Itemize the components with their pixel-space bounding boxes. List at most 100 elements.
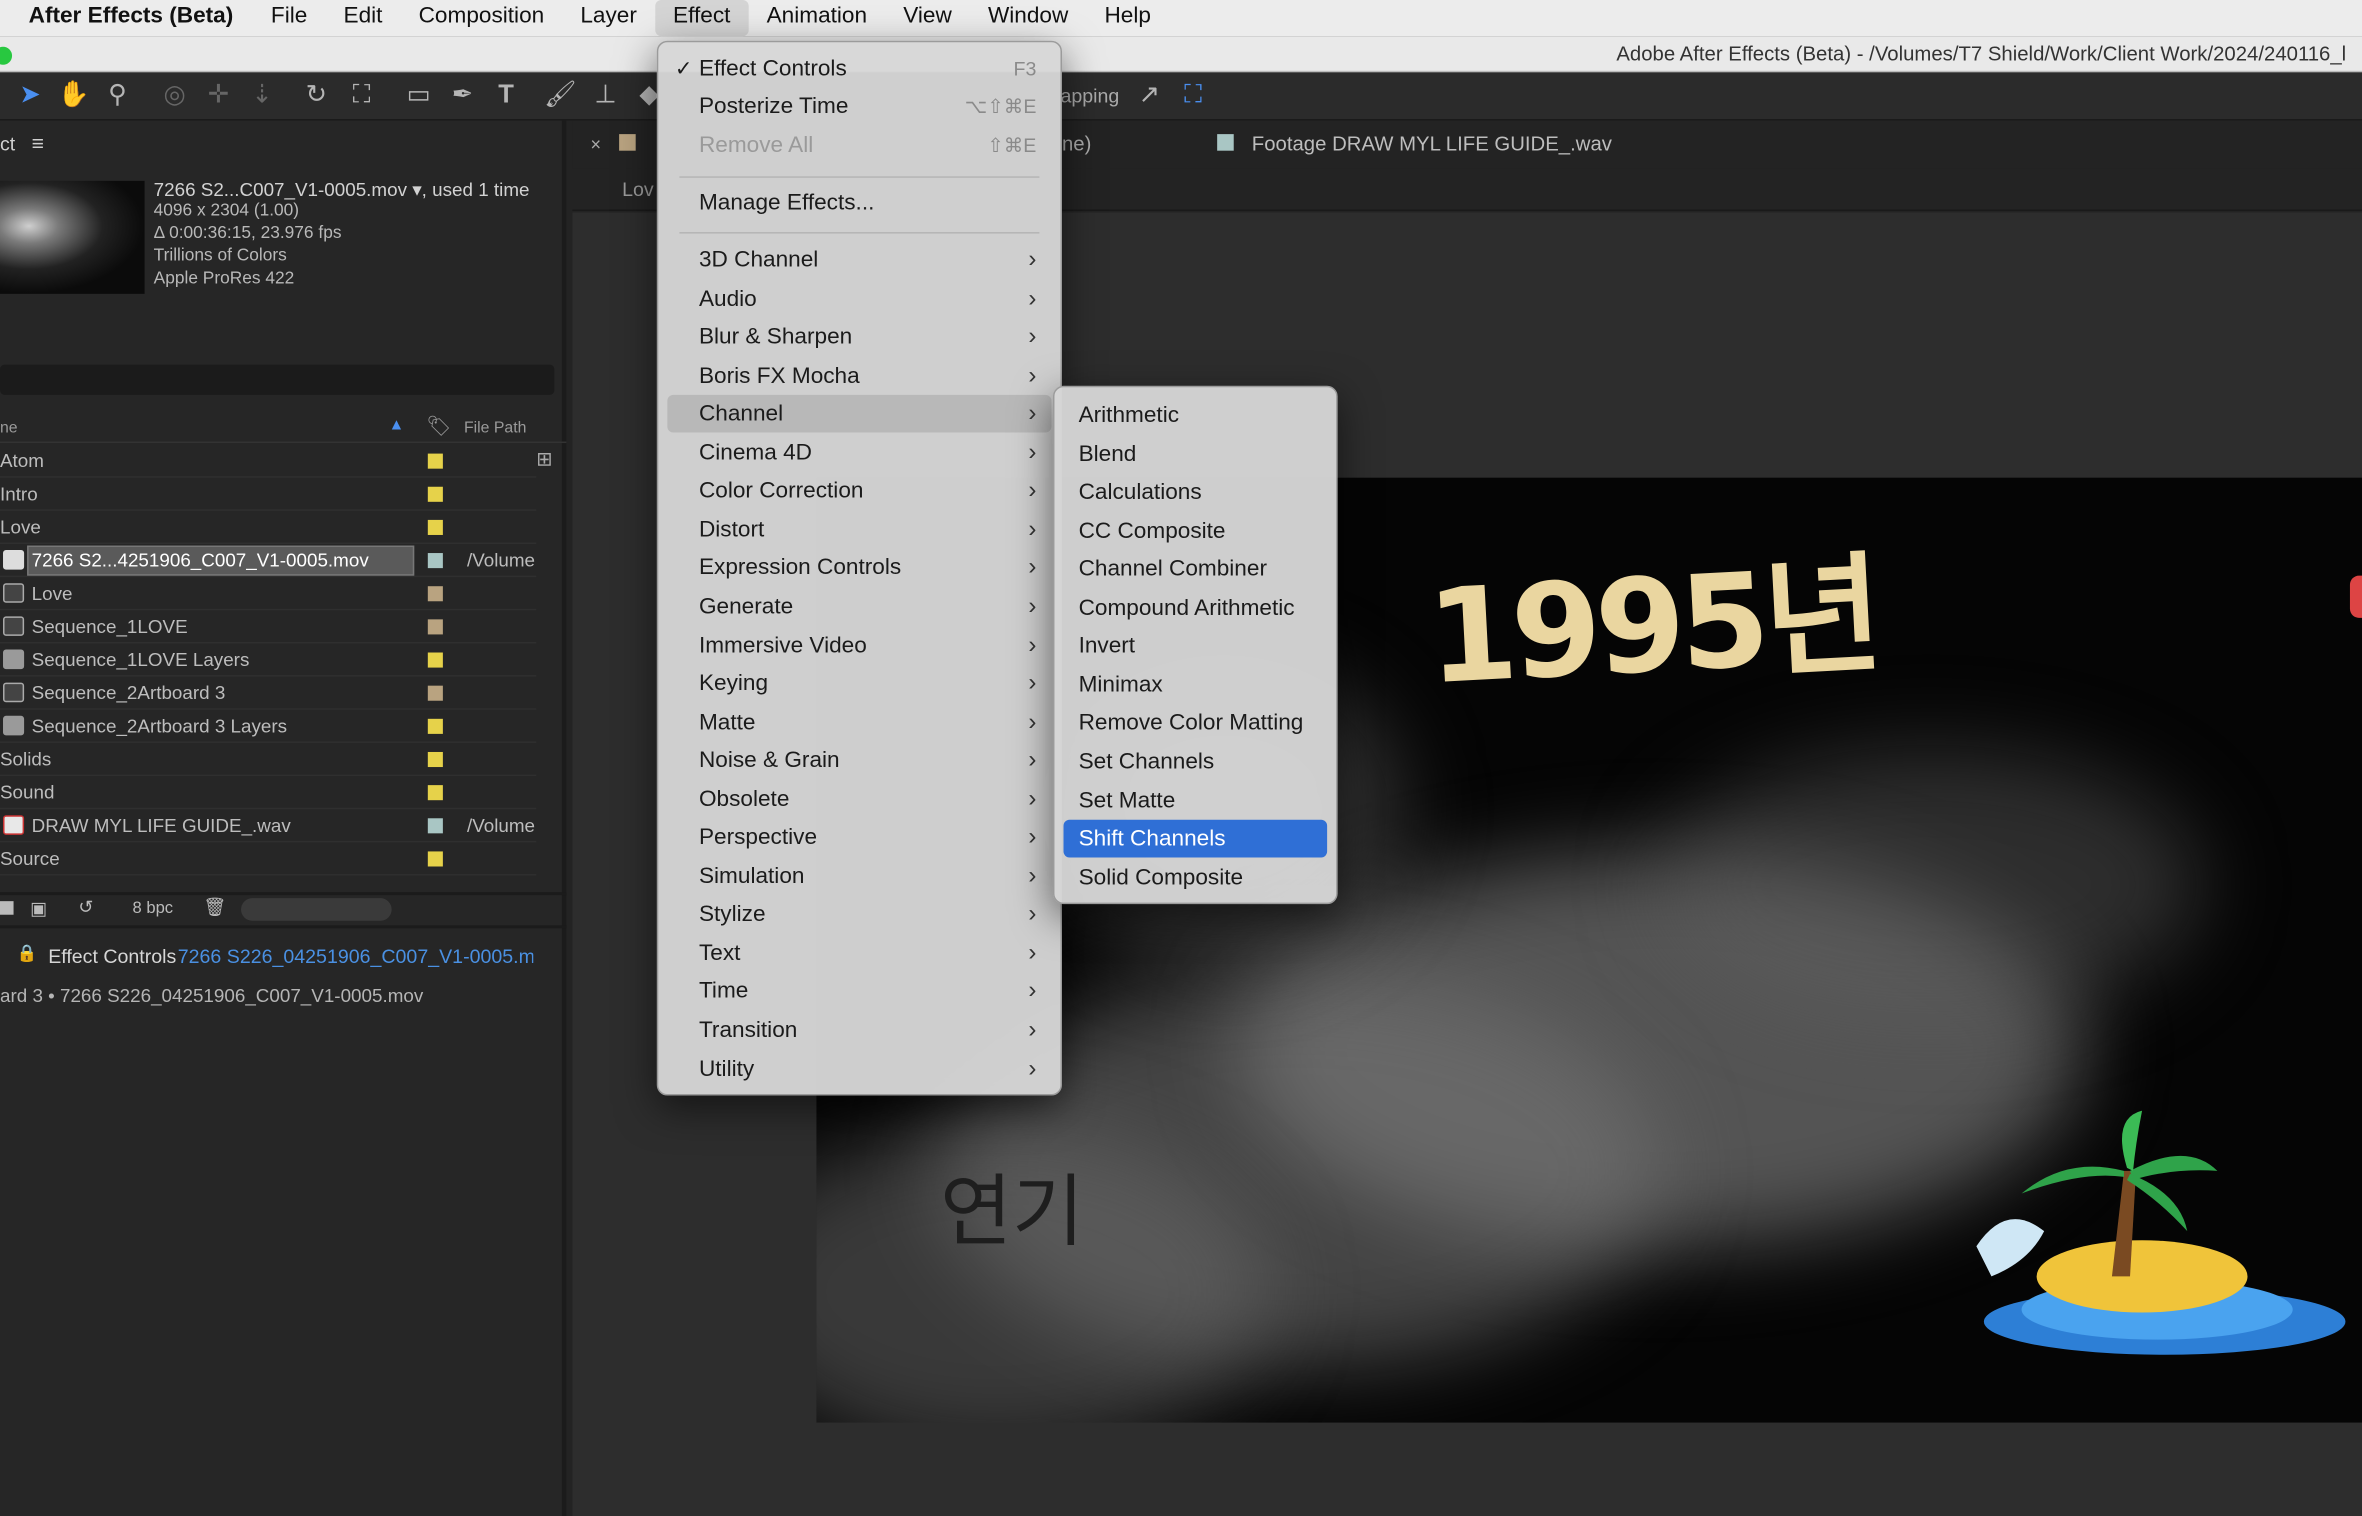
effect-category-obsolete[interactable]: Obsolete › bbox=[667, 780, 1051, 818]
channel-effect-invert[interactable]: Invert bbox=[1064, 627, 1328, 665]
channel-effect-cc-composite[interactable]: CC Composite bbox=[1064, 512, 1328, 550]
clone-stamp-tool-icon[interactable]: ⊥ bbox=[587, 72, 623, 117]
effect-category-distort[interactable]: Distort › bbox=[667, 511, 1051, 549]
menu-animation[interactable]: Animation bbox=[749, 0, 886, 36]
name-column-header[interactable]: ne bbox=[0, 419, 18, 437]
effect-menu-item[interactable]: Posterize Time ⌥⇧⌘E bbox=[667, 87, 1051, 125]
effect-category-color-correction[interactable]: Color Correction › bbox=[667, 472, 1051, 510]
close-tab-icon[interactable]: × bbox=[591, 134, 602, 155]
interpret-footage-icon[interactable]: ↺ bbox=[78, 897, 93, 918]
effect-category-text[interactable]: Text › bbox=[667, 934, 1051, 972]
menu-help[interactable]: Help bbox=[1086, 0, 1169, 36]
label-color-swatch[interactable] bbox=[427, 453, 443, 469]
channel-effect-remove-color-matting[interactable]: Remove Color Matting bbox=[1064, 704, 1328, 742]
label-color-swatch[interactable] bbox=[427, 486, 443, 502]
anchor-point-tool-icon[interactable]: ⛶ bbox=[343, 72, 379, 117]
zoom-window-button[interactable] bbox=[0, 46, 13, 65]
channel-effect-blend[interactable]: Blend bbox=[1064, 435, 1328, 473]
channel-effect-channel-combiner[interactable]: Channel Combiner bbox=[1064, 550, 1328, 588]
pen-tool-icon[interactable]: ✒ bbox=[444, 72, 480, 117]
effect-category-cinema-4d[interactable]: Cinema 4D › bbox=[667, 434, 1051, 472]
label-color-swatch[interactable] bbox=[427, 685, 443, 701]
effect-category-simulation[interactable]: Simulation › bbox=[667, 857, 1051, 895]
bit-depth-button[interactable]: 8 bpc bbox=[133, 900, 174, 918]
label-color-swatch[interactable] bbox=[427, 553, 443, 569]
menu-layer[interactable]: Layer bbox=[562, 0, 655, 36]
effect-category-boris-fx-mocha[interactable]: Boris FX Mocha › bbox=[667, 357, 1051, 395]
project-item-row[interactable]: 7266 S2...4251906_C007_V1-0005.mov/Volum… bbox=[0, 544, 537, 578]
snapping-options-icon[interactable]: ↗ bbox=[1131, 72, 1167, 117]
file-path-column-header[interactable]: File Path bbox=[464, 419, 526, 437]
effect-category-immersive-video[interactable]: Immersive Video › bbox=[667, 626, 1051, 664]
trash-icon[interactable]: 🗑 bbox=[203, 897, 226, 918]
new-folder-icon[interactable] bbox=[0, 901, 14, 915]
effect-category-blur-sharpen[interactable]: Blur & Sharpen › bbox=[667, 318, 1051, 356]
pan-camera-icon[interactable]: ✛ bbox=[200, 72, 236, 117]
effect-category-transition[interactable]: Transition › bbox=[667, 1011, 1051, 1049]
orbit-camera-icon[interactable]: ◎ bbox=[157, 72, 193, 117]
label-color-swatch[interactable] bbox=[427, 785, 443, 801]
type-tool-icon[interactable]: T bbox=[488, 72, 524, 117]
panel-menu-icon[interactable]: ≡ bbox=[32, 131, 44, 155]
label-color-swatch[interactable] bbox=[427, 652, 443, 668]
effect-category-3d-channel[interactable]: 3D Channel › bbox=[667, 241, 1051, 279]
channel-effect-arithmetic[interactable]: Arithmetic bbox=[1064, 396, 1328, 434]
footage-tab[interactable]: Footage DRAW MYL LIFE GUIDE_.wav bbox=[1252, 133, 1612, 156]
thumbnail-size-slider[interactable] bbox=[241, 898, 392, 921]
effect-category-matte[interactable]: Matte › bbox=[667, 703, 1051, 741]
menu-file[interactable]: File bbox=[253, 0, 326, 36]
effect-category-stylize[interactable]: Stylize › bbox=[667, 896, 1051, 934]
composition-tab-label[interactable]: ne) bbox=[1062, 133, 1091, 156]
sort-ascending-icon[interactable]: ▲ bbox=[389, 416, 405, 434]
effect-category-audio[interactable]: Audio › bbox=[667, 280, 1051, 318]
label-color-swatch[interactable] bbox=[427, 619, 443, 635]
channel-effect-compound-arithmetic[interactable]: Compound Arithmetic bbox=[1064, 589, 1328, 627]
label-color-swatch[interactable] bbox=[427, 586, 443, 602]
snapping-label[interactable]: apping bbox=[1060, 84, 1119, 107]
effect-category-generate[interactable]: Generate › bbox=[667, 588, 1051, 626]
label-color-swatch[interactable] bbox=[427, 851, 443, 867]
project-item-row[interactable]: Sequence_1LOVE bbox=[0, 610, 537, 644]
menu-composition[interactable]: Composition bbox=[401, 0, 563, 36]
rectangle-tool-icon[interactable]: ▭ bbox=[401, 72, 437, 117]
channel-effect-solid-composite[interactable]: Solid Composite bbox=[1064, 858, 1328, 896]
hand-tool-icon[interactable]: ✋ bbox=[56, 72, 92, 117]
composition-breadcrumb[interactable]: Lov bbox=[622, 178, 654, 201]
label-color-swatch[interactable] bbox=[427, 751, 443, 768]
project-item-row[interactable]: Intro bbox=[0, 478, 537, 511]
lock-icon[interactable]: 🔒 bbox=[17, 943, 38, 963]
effect-controls-layer-link[interactable]: 7266 S226_04251906_C007_V1-0005.mc bbox=[178, 945, 534, 968]
project-search-input[interactable] bbox=[0, 364, 555, 395]
brush-tool-icon[interactable]: 🖌 bbox=[542, 72, 578, 117]
channel-effect-calculations[interactable]: Calculations bbox=[1064, 473, 1328, 511]
label-tag-icon[interactable]: 🏷 bbox=[426, 414, 451, 438]
new-composition-icon[interactable]: ▣ bbox=[30, 898, 47, 919]
project-item-row[interactable]: Solids bbox=[0, 743, 537, 777]
project-item-row[interactable]: Sequence_2Artboard 3 Layers bbox=[0, 710, 537, 743]
effect-category-time[interactable]: Time › bbox=[667, 973, 1051, 1011]
channel-effect-set-channels[interactable]: Set Channels bbox=[1064, 743, 1328, 781]
effect-controls-tab[interactable]: 🔒 Effect Controls 7266 S226_04251906_C00… bbox=[0, 934, 566, 976]
project-item-row[interactable]: Love bbox=[0, 577, 537, 611]
effect-category-channel[interactable]: Channel › bbox=[667, 395, 1052, 433]
effect-category-utility[interactable]: Utility › bbox=[667, 1050, 1051, 1088]
channel-effect-minimax[interactable]: Minimax bbox=[1064, 666, 1328, 704]
effect-menu-item[interactable]: ✓ Effect Controls F3 bbox=[667, 50, 1051, 88]
menu-view[interactable]: View bbox=[885, 0, 970, 36]
project-item-row[interactable]: Sound bbox=[0, 776, 537, 810]
snapping-toggle-icon[interactable]: ⛶ bbox=[1175, 72, 1211, 117]
channel-effect-shift-channels[interactable]: Shift Channels bbox=[1063, 819, 1328, 858]
project-item-row[interactable]: Sequence_1LOVE Layers bbox=[0, 643, 537, 677]
effect-category-noise-grain[interactable]: Noise & Grain › bbox=[667, 742, 1051, 780]
label-color-swatch[interactable] bbox=[427, 519, 443, 535]
project-item-row[interactable]: Love bbox=[0, 511, 537, 545]
project-item-row[interactable]: Atom bbox=[0, 445, 537, 478]
rotation-tool-icon[interactable]: ↻ bbox=[298, 72, 334, 117]
dolly-camera-icon[interactable]: ⇣ bbox=[244, 72, 280, 117]
manage-effects-item[interactable]: Manage Effects... bbox=[667, 184, 1051, 222]
app-menu[interactable]: After Effects (Beta) bbox=[0, 0, 253, 36]
menu-effect[interactable]: Effect bbox=[654, 0, 749, 37]
menu-edit[interactable]: Edit bbox=[325, 0, 400, 36]
label-color-swatch[interactable] bbox=[427, 718, 443, 734]
footage-name[interactable]: 7266 S2...C007_V1-0005.mov bbox=[154, 179, 407, 200]
